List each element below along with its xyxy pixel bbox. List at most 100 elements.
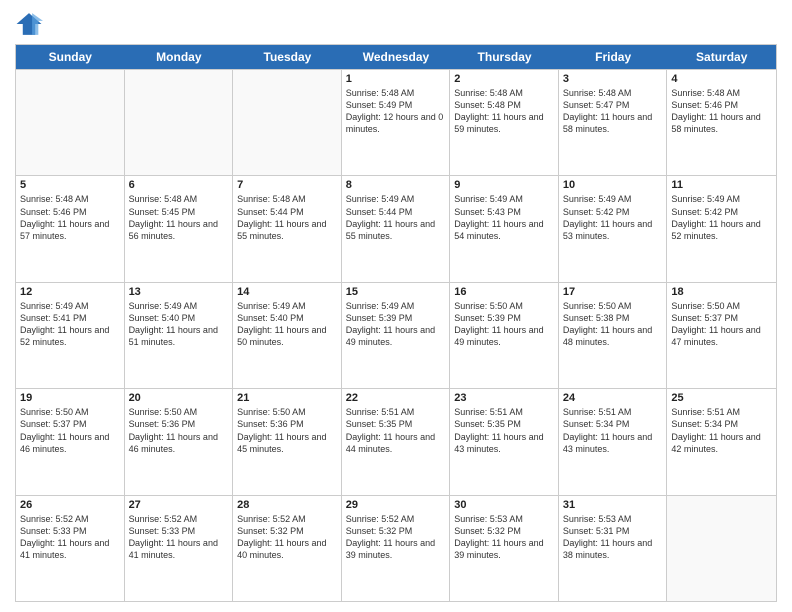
day-number: 29 (346, 499, 446, 511)
calendar-cell: 2 Sunrise: 5:48 AM Sunset: 5:48 PM Daylig… (450, 70, 559, 175)
day-number: 17 (563, 286, 663, 298)
cell-info: Sunrise: 5:49 AM Sunset: 5:42 PM Dayligh… (563, 193, 663, 242)
cell-info: Sunrise: 5:48 AM Sunset: 5:47 PM Dayligh… (563, 87, 663, 136)
cell-info: Sunrise: 5:48 AM Sunset: 5:46 PM Dayligh… (671, 87, 772, 136)
day-number: 20 (129, 392, 229, 404)
calendar-cell: 9 Sunrise: 5:49 AM Sunset: 5:43 PM Daylig… (450, 176, 559, 281)
day-number: 30 (454, 499, 554, 511)
calendar-body: 1Sunrise: 5:48 AM Sunset: 5:49 PM Daylig… (16, 69, 776, 601)
calendar-cell: 19 Sunrise: 5:50 AM Sunset: 5:37 PM Dayli… (16, 389, 125, 494)
calendar-cell: 10 Sunrise: 5:49 AM Sunset: 5:42 PM Dayli… (559, 176, 668, 281)
calendar-cell: 7 Sunrise: 5:48 AM Sunset: 5:44 PM Daylig… (233, 176, 342, 281)
calendar-cell: 8 Sunrise: 5:49 AM Sunset: 5:44 PM Daylig… (342, 176, 451, 281)
calendar-cell (16, 70, 125, 175)
day-number: 9 (454, 179, 554, 191)
day-number: 10 (563, 179, 663, 191)
calendar-cell: 22 Sunrise: 5:51 AM Sunset: 5:35 PM Dayli… (342, 389, 451, 494)
cell-info: Sunrise: 5:48 AM Sunset: 5:46 PM Dayligh… (20, 193, 120, 242)
page: SundayMondayTuesdayWednesdayThursdayFrid… (0, 0, 792, 612)
calendar-cell: 3 Sunrise: 5:48 AM Sunset: 5:47 PM Daylig… (559, 70, 668, 175)
header (15, 10, 777, 38)
cell-info: Sunrise: 5:50 AM Sunset: 5:36 PM Dayligh… (237, 406, 337, 455)
day-number: 14 (237, 286, 337, 298)
day-number: 1 (346, 73, 446, 85)
cell-info: Sunrise: 5:50 AM Sunset: 5:36 PM Dayligh… (129, 406, 229, 455)
calendar-cell: 5Sunrise: 5:48 AM Sunset: 5:46 PM Daylig… (16, 176, 125, 281)
day-number: 28 (237, 499, 337, 511)
calendar-cell: 26Sunrise: 5:52 AM Sunset: 5:33 PM Dayli… (16, 496, 125, 601)
weekday-header: Tuesday (233, 45, 342, 69)
calendar-cell: 29 Sunrise: 5:52 AM Sunset: 5:32 PM Dayli… (342, 496, 451, 601)
cell-info: Sunrise: 5:49 AM Sunset: 5:40 PM Dayligh… (237, 300, 337, 349)
cell-info: Sunrise: 5:49 AM Sunset: 5:39 PM Dayligh… (346, 300, 446, 349)
day-number: 22 (346, 392, 446, 404)
weekday-header: Saturday (667, 45, 776, 69)
calendar-cell: 1Sunrise: 5:48 AM Sunset: 5:49 PM Daylig… (342, 70, 451, 175)
day-number: 7 (237, 179, 337, 191)
cell-info: Sunrise: 5:49 AM Sunset: 5:44 PM Dayligh… (346, 193, 446, 242)
calendar-cell: 17 Sunrise: 5:50 AM Sunset: 5:38 PM Dayli… (559, 283, 668, 388)
cell-info: Sunrise: 5:49 AM Sunset: 5:43 PM Dayligh… (454, 193, 554, 242)
cell-info: Sunrise: 5:52 AM Sunset: 5:32 PM Dayligh… (237, 513, 337, 562)
cell-info: Sunrise: 5:50 AM Sunset: 5:38 PM Dayligh… (563, 300, 663, 349)
weekday-header: Sunday (16, 45, 125, 69)
calendar-cell: 30Sunrise: 5:53 AM Sunset: 5:32 PM Dayli… (450, 496, 559, 601)
day-number: 26 (20, 499, 120, 511)
cell-info: Sunrise: 5:51 AM Sunset: 5:35 PM Dayligh… (346, 406, 446, 455)
day-number: 11 (671, 179, 772, 191)
cell-info: Sunrise: 5:48 AM Sunset: 5:48 PM Dayligh… (454, 87, 554, 136)
day-number: 27 (129, 499, 229, 511)
weekday-header: Wednesday (342, 45, 451, 69)
day-number: 18 (671, 286, 772, 298)
calendar-cell: 21 Sunrise: 5:50 AM Sunset: 5:36 PM Dayli… (233, 389, 342, 494)
calendar-cell: 15 Sunrise: 5:49 AM Sunset: 5:39 PM Dayli… (342, 283, 451, 388)
day-number: 12 (20, 286, 120, 298)
calendar-cell (667, 496, 776, 601)
calendar-cell: 6 Sunrise: 5:48 AM Sunset: 5:45 PM Daylig… (125, 176, 234, 281)
cell-info: Sunrise: 5:50 AM Sunset: 5:39 PM Dayligh… (454, 300, 554, 349)
day-number: 13 (129, 286, 229, 298)
cell-info: Sunrise: 5:51 AM Sunset: 5:35 PM Dayligh… (454, 406, 554, 455)
cell-info: Sunrise: 5:48 AM Sunset: 5:45 PM Dayligh… (129, 193, 229, 242)
logo (15, 10, 47, 38)
day-number: 16 (454, 286, 554, 298)
calendar-cell: 13 Sunrise: 5:49 AM Sunset: 5:40 PM Dayli… (125, 283, 234, 388)
day-number: 8 (346, 179, 446, 191)
calendar-cell: 16 Sunrise: 5:50 AM Sunset: 5:39 PM Dayli… (450, 283, 559, 388)
calendar-cell: 27 Sunrise: 5:52 AM Sunset: 5:33 PM Dayli… (125, 496, 234, 601)
calendar-row: 26 Sunrise: 5:52 AM Sunset: 5:33 PM Dayli… (16, 495, 776, 601)
day-number: 31 (563, 499, 663, 511)
day-number: 21 (237, 392, 337, 404)
calendar-cell: 18 Sunrise: 5:50 AM Sunset: 5:37 PM Dayli… (667, 283, 776, 388)
cell-info: Sunrise: 5:48 AM Sunset: 5:44 PM Dayligh… (237, 193, 337, 242)
calendar-row: 12 Sunrise: 5:49 AM Sunset: 5:41 PM Dayli… (16, 282, 776, 388)
weekday-header: Friday (559, 45, 668, 69)
cell-info: Sunrise: 5:49 AM Sunset: 5:41 PM Dayligh… (20, 300, 120, 349)
calendar-cell: 4 Sunrise: 5:48 AM Sunset: 5:46 PM Daylig… (667, 70, 776, 175)
weekday-header: Monday (125, 45, 234, 69)
day-number: 4 (671, 73, 772, 85)
cell-info: Sunrise: 5:50 AM Sunset: 5:37 PM Dayligh… (20, 406, 120, 455)
calendar-cell: 24 Sunrise: 5:51 AM Sunset: 5:34 PM Dayli… (559, 389, 668, 494)
calendar-cell: 31Sunrise: 5:53 AM Sunset: 5:31 PM Dayli… (559, 496, 668, 601)
day-number: 25 (671, 392, 772, 404)
day-number: 19 (20, 392, 120, 404)
logo-icon (15, 10, 43, 38)
cell-info: Sunrise: 5:51 AM Sunset: 5:34 PM Dayligh… (563, 406, 663, 455)
calendar-cell: 25 Sunrise: 5:51 AM Sunset: 5:34 PM Dayli… (667, 389, 776, 494)
cell-info: Sunrise: 5:49 AM Sunset: 5:42 PM Dayligh… (671, 193, 772, 242)
day-number: 6 (129, 179, 229, 191)
calendar-cell: 28 Sunrise: 5:52 AM Sunset: 5:32 PM Dayli… (233, 496, 342, 601)
day-number: 2 (454, 73, 554, 85)
day-number: 24 (563, 392, 663, 404)
cell-info: Sunrise: 5:52 AM Sunset: 5:33 PM Dayligh… (129, 513, 229, 562)
cell-info: Sunrise: 5:51 AM Sunset: 5:34 PM Dayligh… (671, 406, 772, 455)
cell-info: Sunrise: 5:49 AM Sunset: 5:40 PM Dayligh… (129, 300, 229, 349)
day-number: 15 (346, 286, 446, 298)
cell-info: Sunrise: 5:52 AM Sunset: 5:32 PM Dayligh… (346, 513, 446, 562)
day-number: 3 (563, 73, 663, 85)
calendar-cell: 23Sunrise: 5:51 AM Sunset: 5:35 PM Dayli… (450, 389, 559, 494)
calendar: SundayMondayTuesdayWednesdayThursdayFrid… (15, 44, 777, 602)
calendar-cell: 14 Sunrise: 5:49 AM Sunset: 5:40 PM Dayli… (233, 283, 342, 388)
cell-info: Sunrise: 5:50 AM Sunset: 5:37 PM Dayligh… (671, 300, 772, 349)
